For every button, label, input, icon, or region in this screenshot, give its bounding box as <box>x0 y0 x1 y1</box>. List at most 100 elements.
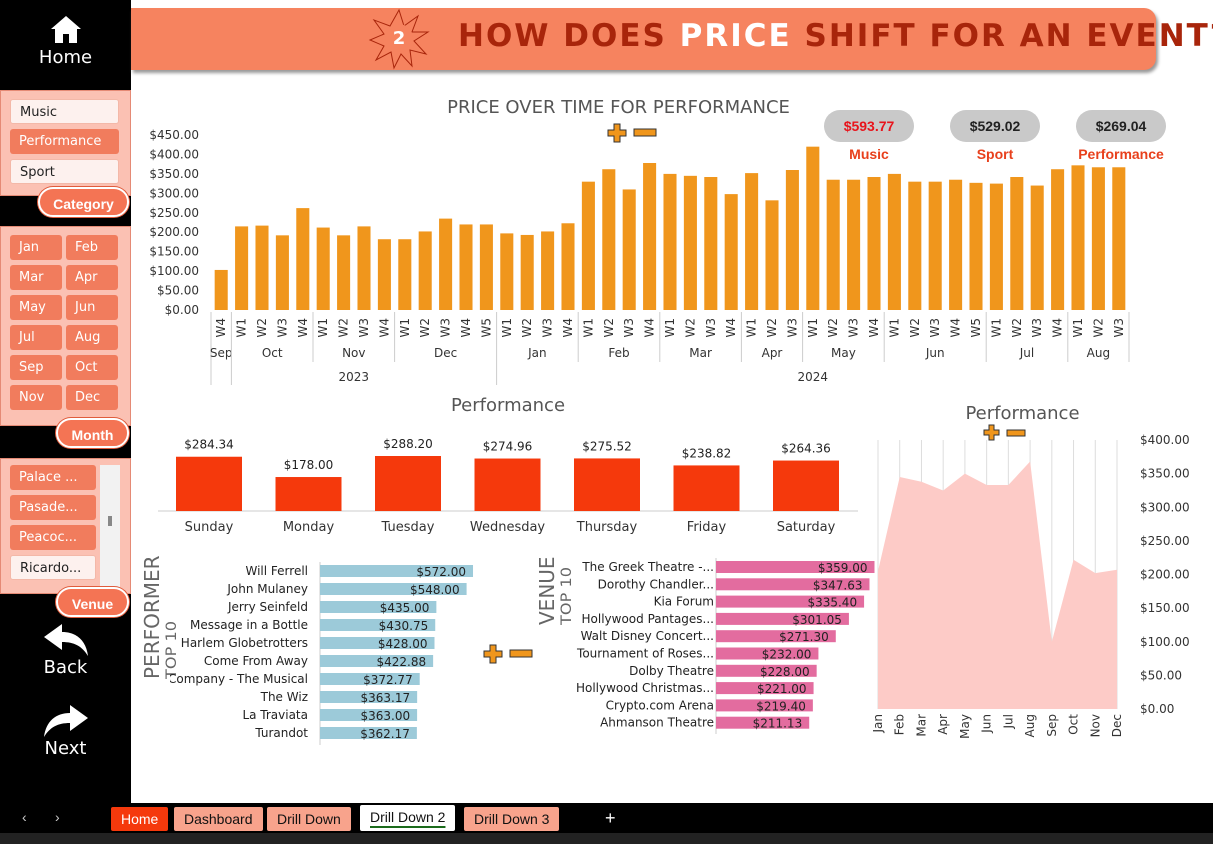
area-y-tick-label: $100.00 <box>1140 635 1190 649</box>
week-tick-label: W4 <box>296 318 310 338</box>
month-slicer-item[interactable]: Apr <box>66 265 118 290</box>
month-slicer-item[interactable]: Feb <box>66 235 118 260</box>
price-bar <box>867 177 881 310</box>
week-tick-label: W2 <box>1091 318 1105 338</box>
performer-name-label: John Mulaney <box>226 582 308 596</box>
price-bar <box>377 239 391 310</box>
venue-slicer-scrollbar[interactable] <box>100 465 120 588</box>
price-bar <box>1071 165 1085 310</box>
month-tick-label: Jan <box>527 346 547 360</box>
next-arrow-icon <box>43 705 88 737</box>
performer-name-label: Jerry Seinfeld <box>227 600 308 614</box>
venue-slicer-item[interactable]: Palace ... <box>10 465 96 490</box>
week-tick-label: W4 <box>724 318 738 338</box>
area-x-tick-label: Dec <box>1110 714 1124 737</box>
month-slicer-item[interactable]: Jul <box>10 325 62 350</box>
venue-data-label: $271.30 <box>779 630 829 644</box>
weekday-tick-label: Thursday <box>576 520 638 535</box>
performer-data-label: $422.88 <box>376 655 426 669</box>
month-slicer-item[interactable]: Mar <box>10 265 62 290</box>
month-tick-label: May <box>831 346 856 360</box>
performer-data-label: $372.77 <box>363 673 413 687</box>
performer-data-label: $363.00 <box>360 709 410 723</box>
week-tick-label: W3 <box>439 318 453 338</box>
venue-top10-chart: The Greek Theatre -... $359.00 Dorothy Cha… <box>576 558 875 734</box>
scroll-left-icon[interactable]: ‹ <box>22 809 27 825</box>
y-tick-label: $450.00 <box>149 128 199 142</box>
home-icon <box>50 16 81 43</box>
month-tick-label: Dec <box>434 346 457 360</box>
month-slicer-item[interactable]: Sep <box>10 355 62 380</box>
page-title: HOW DOES PRICE SHIFT FOR AN EVENT? <box>458 18 1213 54</box>
price-bar <box>337 235 351 310</box>
month-slicer-item[interactable]: Jun <box>66 295 118 320</box>
category-slicer-item[interactable]: Sport <box>10 159 119 184</box>
price-bar <box>439 218 453 310</box>
week-tick-label: W3 <box>275 318 289 338</box>
sheet-tab[interactable]: Drill Down 3 <box>464 807 560 831</box>
sheet-tab[interactable]: Dashboard <box>174 807 263 831</box>
area-y-tick-label: $50.00 <box>1140 668 1182 682</box>
area-y-tick-label: $200.00 <box>1140 568 1190 582</box>
category-slicer-item[interactable]: Performance <box>10 129 119 154</box>
week-tick-label: W1 <box>989 318 1003 338</box>
venue-slicer-item[interactable]: Ricardo... <box>10 555 96 580</box>
weekday-tick-label: Saturday <box>777 520 836 535</box>
month-slicer-item[interactable]: Aug <box>66 325 118 350</box>
month-slicer-label[interactable]: Month <box>56 418 129 448</box>
add-sheet-icon[interactable]: + <box>605 808 616 829</box>
weekday-data-label: $284.34 <box>184 438 234 452</box>
price-bar <box>500 233 514 310</box>
venue-data-label: $335.40 <box>807 596 857 610</box>
venue-slicer: Palace ... Pasade... Peacoc... Ricardo... <box>0 458 131 594</box>
area-y-tick-label: $250.00 <box>1140 534 1190 548</box>
venue-name-label: The Greek Theatre -... <box>581 560 714 574</box>
month-tick-label: Feb <box>608 346 629 360</box>
performer-data-label: $572.00 <box>416 565 466 579</box>
plus-minus-icon <box>483 644 533 664</box>
home-button[interactable]: Home <box>0 14 131 68</box>
back-label: Back <box>43 657 88 678</box>
sheet-tab[interactable]: Drill Down 2 <box>360 805 456 831</box>
performer-data-label: $428.00 <box>378 637 428 651</box>
week-tick-label: W2 <box>1010 318 1024 338</box>
month-slicer-item[interactable]: May <box>10 295 62 320</box>
expand-collapse-performer[interactable] <box>482 643 534 670</box>
sheet-tab[interactable]: Home <box>111 807 169 831</box>
week-tick-label: W4 <box>459 318 473 338</box>
category-price-bubble: $593.77 <box>824 110 914 142</box>
month-slicer: Jan Feb Mar Apr May Jun Jul Aug Sep Oct Nov Dec <box>0 226 131 426</box>
y-tick-label: $200.00 <box>149 225 199 239</box>
price-bar <box>826 179 840 310</box>
back-button[interactable]: Back <box>0 622 131 678</box>
area-y-tick-label: $350.00 <box>1140 467 1190 481</box>
week-tick-label: W5 <box>479 318 493 338</box>
month-slicer-item[interactable]: Dec <box>66 385 118 410</box>
year-tick-label: 2023 <box>339 370 370 384</box>
venue-slicer-item[interactable]: Peacoc... <box>10 525 96 550</box>
month-slicer-item[interactable]: Nov <box>10 385 62 410</box>
sheet-tab[interactable]: Drill Down <box>267 807 351 831</box>
area-x-tick-label: Feb <box>893 714 907 735</box>
venue-slicer-label[interactable]: Venue <box>56 587 129 617</box>
category-slicer-item[interactable]: Music <box>10 99 119 124</box>
category-slicer-label[interactable]: Category <box>38 187 129 217</box>
month-tick-label: Jul <box>1019 346 1034 360</box>
venue-slicer-item[interactable]: Pasade... <box>10 495 96 520</box>
price-bar <box>418 231 432 310</box>
week-tick-label: W4 <box>214 318 228 338</box>
performer-name-label: Turandot <box>254 726 308 740</box>
week-tick-label: W1 <box>316 318 330 338</box>
weekday-tick-label: Monday <box>283 520 335 535</box>
venue-data-label: $211.13 <box>753 717 803 731</box>
week-tick-label: W3 <box>357 318 371 338</box>
next-button[interactable]: Next <box>0 703 131 759</box>
week-tick-label: W4 <box>561 318 575 338</box>
price-bar <box>214 269 228 310</box>
expand-collapse-top[interactable] <box>606 122 658 149</box>
weekday-bar <box>773 460 839 511</box>
month-slicer-item[interactable]: Jan <box>10 235 62 260</box>
month-slicer-item[interactable]: Oct <box>66 355 118 380</box>
weekday-bar <box>673 465 740 511</box>
scroll-right-icon[interactable]: › <box>55 809 60 825</box>
